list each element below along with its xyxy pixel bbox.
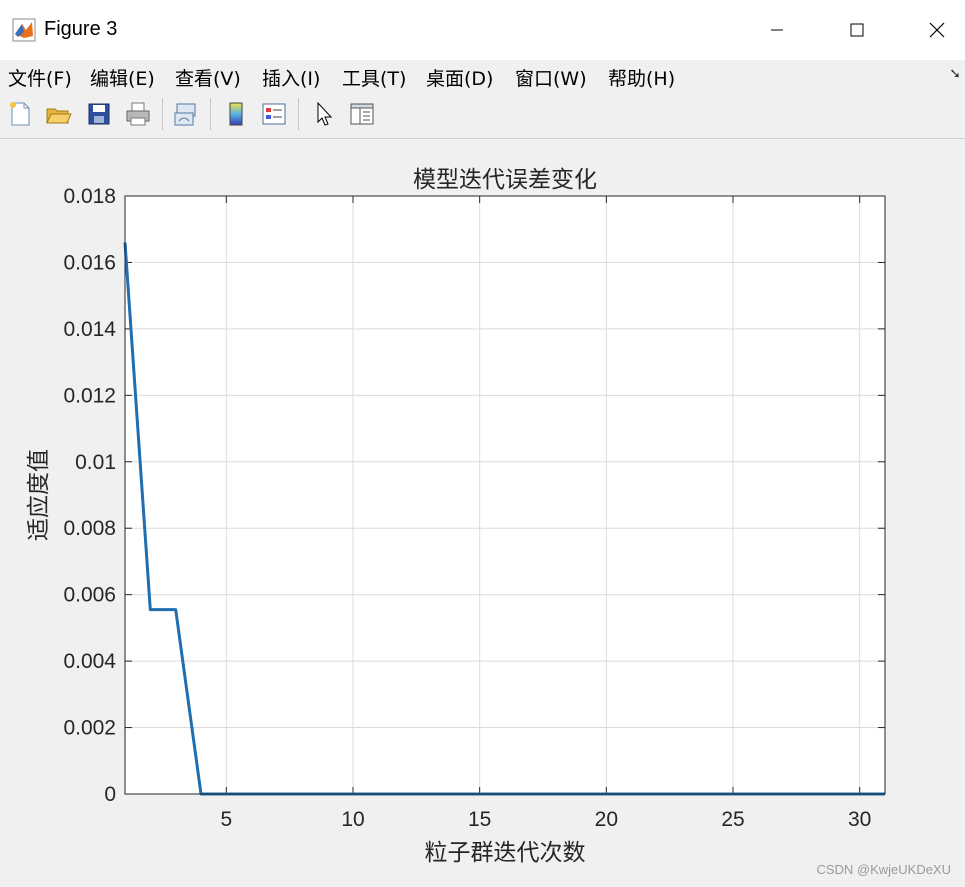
y-tick-label: 0.002 [63,717,116,740]
legend-icon[interactable] [260,100,288,128]
y-tick-label: 0.018 [63,185,116,208]
toolbar-separator [298,98,299,130]
minimize-button[interactable] [754,8,800,52]
x-tick-label: 30 [848,808,871,831]
menu-insert[interactable]: 插入(I) [262,64,320,91]
y-axis-label: 适应度值 [25,449,51,541]
x-axis-label: 粒子群迭代次数 [425,839,586,865]
x-tick-label: 10 [341,808,364,831]
watermark: CSDN @KwjeUKDeXU [816,862,951,877]
save-icon[interactable] [85,100,113,128]
x-tick-label: 15 [468,808,491,831]
menu-view[interactable]: 查看(V) [175,64,241,91]
matlab-logo-icon [12,18,36,42]
minimize-icon [771,29,783,31]
line-chart[interactable]: 5 10 15 20 25 30 0 0.002 0.004 0.006 0.008 0.01 0.01… [0,139,965,883]
menu-file[interactable]: 文件(F) [8,64,72,91]
toolbar-separator [210,98,211,130]
figure-canvas: 5 10 15 20 25 30 0 0.002 0.004 0.006 0.008 0.01 0.01… [0,139,965,883]
menu-bar: 文件(F) 编辑(E) 查看(V) 插入(I) 工具(T) 桌面(D) 窗口(W… [0,60,965,92]
close-icon [929,22,945,38]
link-plot-icon[interactable] [172,100,200,128]
pointer-icon[interactable] [310,100,338,128]
maximize-icon [850,23,864,37]
menu-help[interactable]: 帮助(H) [608,64,675,91]
y-tick-label: 0.006 [63,584,116,607]
x-tick-label: 25 [721,808,744,831]
toolbar-separator [162,98,163,130]
x-tick-label: 5 [220,808,232,831]
y-tick-label: 0.014 [63,318,116,341]
print-icon[interactable] [124,100,152,128]
menu-edit[interactable]: 编辑(E) [90,64,155,91]
menu-desktop[interactable]: 桌面(D) [426,64,493,91]
colorbar-icon[interactable] [222,100,250,128]
axes-box [125,196,885,794]
y-tick-label: 0.016 [63,251,116,274]
maximize-button[interactable] [834,8,880,52]
y-tick-label: 0.01 [75,451,116,474]
open-icon[interactable] [44,100,72,128]
menu-window[interactable]: 窗口(W) [515,64,587,91]
new-figure-icon[interactable] [6,100,34,128]
chart-title: 模型迭代误差变化 [413,166,597,192]
y-tick-label: 0 [104,783,116,806]
window-title: Figure 3 [44,18,118,40]
title-bar: Figure 3 [0,0,965,60]
close-button[interactable] [914,8,960,52]
y-tick-label: 0.008 [63,517,116,540]
y-tick-label: 0.004 [63,650,116,673]
x-tick-label: 20 [595,808,618,831]
menu-tools[interactable]: 工具(T) [342,64,406,91]
property-editor-icon[interactable] [348,100,376,128]
toolbar [0,92,965,139]
menu-overflow-icon[interactable]: ➘ [949,66,961,82]
y-tick-label: 0.012 [63,384,116,407]
